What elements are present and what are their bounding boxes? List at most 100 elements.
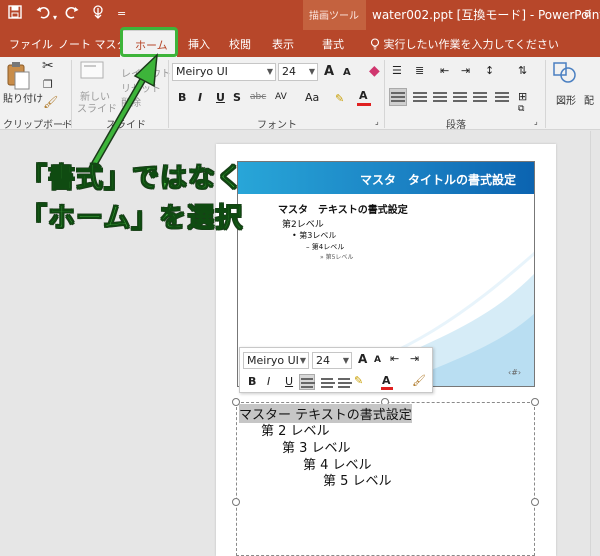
slide-number-placeholder: ‹#› xyxy=(508,368,522,377)
align-left-icon xyxy=(391,92,405,102)
mini-increase-indent-icon[interactable]: ⇥ xyxy=(410,352,419,365)
font-name-value: Meiryo UI xyxy=(176,65,228,78)
increase-indent-icon[interactable]: ⇥ xyxy=(461,64,470,77)
document-title: water002.ppt [互換モード] - PowerPoint xyxy=(372,8,600,22)
tell-me-search[interactable]: 実行したい作業を入力してください xyxy=(370,36,559,52)
context-tab-label: 描画ツール xyxy=(309,11,359,22)
grow-font-button[interactable]: A xyxy=(324,64,334,79)
resize-handle[interactable] xyxy=(531,498,539,506)
slides-group-label: スライド xyxy=(106,120,146,131)
mini-italic-button[interactable]: I xyxy=(267,375,270,388)
layout-button[interactable]: レイアウト xyxy=(121,65,171,80)
font-launcher-icon[interactable]: ⌟ xyxy=(375,117,379,126)
change-case-button[interactable]: Aa xyxy=(305,91,319,104)
numbering-icon[interactable]: ≣ xyxy=(415,64,424,77)
tab-format[interactable]: 書式 xyxy=(322,36,344,52)
tab-insert[interactable]: 挿入 xyxy=(188,36,210,52)
mini-underline-button[interactable]: U xyxy=(285,375,293,388)
mini-font-name-value: Meiryo UI xyxy=(247,354,299,367)
touch-mode-icon[interactable] xyxy=(90,5,106,25)
undo-icon[interactable] xyxy=(36,5,50,25)
new-slide-label-2[interactable]: スライド xyxy=(77,100,117,115)
redo-icon[interactable] xyxy=(65,5,79,25)
mini-decrease-indent-icon[interactable]: ⇤ xyxy=(390,352,399,365)
justify-icon[interactable] xyxy=(453,92,467,102)
paragraph-group-label: 段落 xyxy=(446,120,466,131)
font-color-letter: A xyxy=(359,89,368,102)
mini-font-color-button[interactable]: A xyxy=(381,374,393,391)
mini-font-color-letter: A xyxy=(382,374,391,387)
decrease-indent-icon[interactable]: ⇤ xyxy=(440,64,449,77)
mini-grow-font-button[interactable]: A xyxy=(358,352,367,366)
bullets-icon[interactable]: ☰ xyxy=(392,64,402,77)
account-initial[interactable]: a xyxy=(584,6,591,20)
line-spacing-icon[interactable]: ↕ xyxy=(485,64,494,77)
group-divider xyxy=(168,60,169,128)
highlight-icon[interactable]: ✎ xyxy=(335,92,344,105)
lightbulb-icon xyxy=(370,38,380,50)
tab-file[interactable]: ファイル xyxy=(9,36,53,52)
notes-level-5[interactable]: 第 5 レベル xyxy=(323,470,392,489)
align-center-icon[interactable] xyxy=(413,92,427,102)
chevron-down-icon: ▼ xyxy=(299,356,306,365)
copy-icon[interactable]: ❐ xyxy=(43,78,53,91)
reset-button[interactable]: リセット xyxy=(121,80,161,95)
strikethrough-button[interactable]: abc xyxy=(250,92,266,102)
annotation-line-1: 「書式」ではなく xyxy=(20,163,244,195)
font-color-swatch xyxy=(357,103,371,106)
mini-font-size-combo[interactable]: 24 ▼ xyxy=(312,352,352,369)
annotation-line-2: 「ホーム」を選択 xyxy=(19,203,244,235)
align-text-icon[interactable]: ⊞ xyxy=(518,90,527,103)
font-size-value: 24 xyxy=(282,65,296,78)
vertical-scrollbar[interactable] xyxy=(590,131,600,556)
mini-font-color-swatch xyxy=(381,387,393,390)
tab-review[interactable]: 校閲 xyxy=(229,36,251,52)
paste-label[interactable]: 貼り付け xyxy=(3,90,43,105)
mini-shrink-font-button[interactable]: A xyxy=(374,355,381,365)
chevron-down-icon: ▼ xyxy=(308,67,315,76)
save-icon[interactable] xyxy=(8,5,22,25)
qat-customize-icon[interactable]: = xyxy=(117,5,126,23)
group-divider xyxy=(384,60,385,128)
align-right-icon[interactable] xyxy=(433,92,447,102)
mini-font-size-value: 24 xyxy=(316,354,330,367)
clear-format-icon[interactable]: ◆ xyxy=(369,63,380,79)
format-painter-icon[interactable]: 🖌 xyxy=(43,95,58,109)
resize-handle[interactable] xyxy=(232,498,240,506)
smartart-icon[interactable]: ⧉ xyxy=(518,104,524,114)
mini-format-painter-icon[interactable]: 🖌 xyxy=(412,374,426,387)
mini-align-center-icon[interactable] xyxy=(321,378,335,388)
paragraph-launcher-icon[interactable]: ⌟ xyxy=(534,117,538,126)
font-size-combo[interactable]: 24 ▼ xyxy=(278,63,318,81)
chevron-down-icon: ▼ xyxy=(266,67,273,76)
shrink-font-button[interactable]: A xyxy=(343,67,351,78)
distribute-icon[interactable] xyxy=(473,92,487,102)
underline-button[interactable]: U xyxy=(216,91,225,104)
shapes-label[interactable]: 図形 xyxy=(556,92,576,107)
bold-button[interactable]: B xyxy=(178,91,186,104)
mini-align-left-icon xyxy=(301,378,315,388)
italic-button[interactable]: I xyxy=(198,91,202,104)
mini-align-right-icon[interactable] xyxy=(338,378,352,388)
resize-handle[interactable] xyxy=(531,398,539,406)
mini-font-name-combo[interactable]: Meiryo UI ▼ xyxy=(243,352,309,369)
tab-view[interactable]: 表示 xyxy=(272,36,294,52)
paste-icon xyxy=(7,62,30,90)
delete-slide-button[interactable]: 削除 xyxy=(121,94,141,109)
columns-icon[interactable] xyxy=(495,92,509,102)
text-direction-icon[interactable]: ⇅ xyxy=(518,64,527,77)
mini-highlight-icon[interactable]: ✎ xyxy=(354,374,363,387)
clipboard-launcher-icon[interactable]: ⌟ xyxy=(62,117,66,126)
shapes-button[interactable] xyxy=(553,60,579,90)
chevron-down-icon: ▼ xyxy=(342,356,349,365)
tell-me-placeholder: 実行したい作業を入力してください xyxy=(383,38,559,51)
new-slide-button[interactable] xyxy=(80,61,108,83)
mini-bold-button[interactable]: B xyxy=(248,375,256,388)
font-name-combo[interactable]: Meiryo UI ▼ xyxy=(172,63,276,81)
char-spacing-button[interactable]: AV xyxy=(275,92,287,102)
cut-icon[interactable]: ✂ xyxy=(42,58,54,74)
undo-dropdown-icon[interactable]: ▾ xyxy=(53,9,57,27)
shadow-button[interactable]: S xyxy=(233,91,241,104)
arrange-label[interactable]: 配 xyxy=(584,92,594,107)
font-color-button[interactable]: A xyxy=(357,89,371,107)
